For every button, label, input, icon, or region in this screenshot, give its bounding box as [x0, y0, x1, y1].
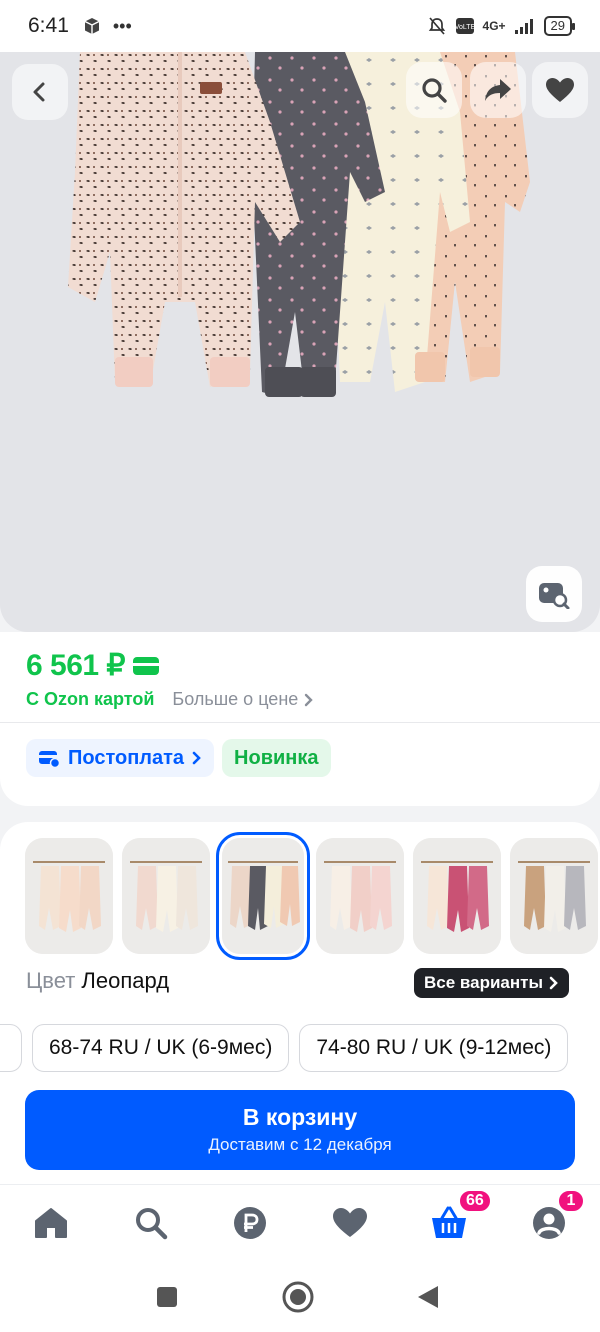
- divider: [0, 722, 600, 723]
- ozon-card-label: С Ozon картой: [26, 689, 155, 709]
- swatch-thumbnail: [122, 838, 210, 954]
- bottom-navigation: 66 1: [0, 1184, 600, 1260]
- size-options: 68-74 RU / UK (6-9мес) 74-80 RU / UK (9-…: [0, 1024, 569, 1072]
- package-icon: [84, 18, 100, 34]
- nav-home[interactable]: [31, 1203, 71, 1243]
- more-about-price-label: Больше о цене: [172, 689, 299, 709]
- volte-icon: VoLTE: [455, 18, 475, 34]
- color-swatch[interactable]: [413, 838, 501, 954]
- share-button[interactable]: [470, 62, 526, 118]
- new-badge: Новинка: [222, 739, 331, 777]
- home-system-button[interactable]: [281, 1280, 315, 1319]
- color-row: Цвет Леопард: [26, 968, 169, 994]
- size-option[interactable]: 74-80 RU / UK (9-12мес): [299, 1024, 569, 1072]
- swatch-thumbnail: [316, 838, 404, 954]
- status-bar: 6:41 ••• VoLTE 4G+ 29: [0, 0, 600, 52]
- back-triangle-icon: [418, 1286, 438, 1308]
- battery-indicator: 29: [543, 16, 576, 36]
- price-value: 6 561 ₽: [26, 649, 126, 682]
- chevron-right-icon: [549, 976, 558, 990]
- home-icon: [35, 1208, 67, 1238]
- heart-icon: [333, 1208, 367, 1237]
- cart-icon: [432, 1206, 466, 1238]
- share-icon: [485, 79, 511, 101]
- price-section: 6 561 ₽ С Ozon картой Больше о цене Пост…: [0, 632, 600, 806]
- product-image[interactable]: [0, 52, 600, 632]
- svg-text:VoLTE: VoLTE: [455, 24, 475, 31]
- size-option[interactable]: [0, 1024, 22, 1072]
- recent-apps-icon: [157, 1287, 177, 1307]
- size-option[interactable]: 68-74 RU / UK (6-9мес): [32, 1024, 290, 1072]
- back-button[interactable]: [12, 64, 68, 120]
- color-value: Леопард: [81, 968, 170, 993]
- system-back-button[interactable]: [416, 1284, 440, 1315]
- nav-search[interactable]: [131, 1203, 171, 1243]
- ozon-card-icon: [133, 656, 159, 675]
- all-variants-label: Все варианты: [424, 973, 543, 992]
- swatch-thumbnail: [222, 838, 304, 954]
- add-to-cart-button[interactable]: В корзину Доставим с 12 декабря: [25, 1090, 575, 1170]
- recent-apps-button[interactable]: [155, 1285, 179, 1314]
- nav-finance[interactable]: [230, 1203, 270, 1243]
- system-navigation-bar: [0, 1260, 600, 1332]
- color-label: Цвет: [26, 968, 76, 993]
- home-circle-icon: [282, 1281, 314, 1313]
- heart-icon: [546, 78, 574, 102]
- cart-count-badge: 66: [458, 1189, 492, 1213]
- postpay-label: Постоплата: [68, 746, 185, 769]
- search-button[interactable]: [406, 62, 462, 118]
- postpay-icon: [39, 751, 60, 767]
- delivery-date-label: Доставим с 12 декабря: [208, 1135, 392, 1154]
- status-time: 6:41: [28, 14, 69, 37]
- profile-notification-badge: 1: [557, 1189, 585, 1213]
- mute-icon: [428, 17, 445, 35]
- color-swatch[interactable]: [25, 838, 113, 954]
- variants-section: Цвет Леопард Все варианты 68-74 RU / UK …: [0, 822, 600, 1184]
- ruble-icon: [234, 1207, 266, 1239]
- chevron-right-icon: [192, 751, 201, 765]
- add-to-cart-label: В корзину: [242, 1104, 358, 1130]
- back-icon: [33, 82, 45, 102]
- image-search-button[interactable]: [526, 566, 582, 622]
- image-search-icon: [539, 583, 570, 609]
- swatch-thumbnail: [25, 838, 113, 954]
- search-icon: [136, 1208, 168, 1240]
- signal-icon: [514, 19, 533, 34]
- more-about-price-link[interactable]: Больше о цене: [172, 689, 314, 710]
- chevron-right-icon: [305, 693, 313, 706]
- favorite-button[interactable]: [532, 62, 588, 118]
- nav-favorites[interactable]: [330, 1203, 370, 1243]
- all-variants-button[interactable]: Все варианты: [414, 968, 569, 998]
- color-swatches: [25, 832, 598, 960]
- search-icon: [422, 78, 447, 103]
- swatch-thumbnail: [413, 838, 501, 954]
- product-photo: [0, 52, 600, 632]
- color-swatch[interactable]: [510, 838, 598, 954]
- notification-dots: •••: [112, 15, 132, 36]
- postpay-badge[interactable]: Постоплата: [26, 739, 215, 777]
- profile-icon: [533, 1207, 565, 1239]
- color-swatch-selected[interactable]: [216, 832, 310, 960]
- swatch-thumbnail: [510, 838, 598, 954]
- network-type: 4G+: [482, 19, 506, 33]
- color-swatch[interactable]: [316, 838, 404, 954]
- color-swatch[interactable]: [122, 838, 210, 954]
- new-label: Новинка: [234, 746, 319, 769]
